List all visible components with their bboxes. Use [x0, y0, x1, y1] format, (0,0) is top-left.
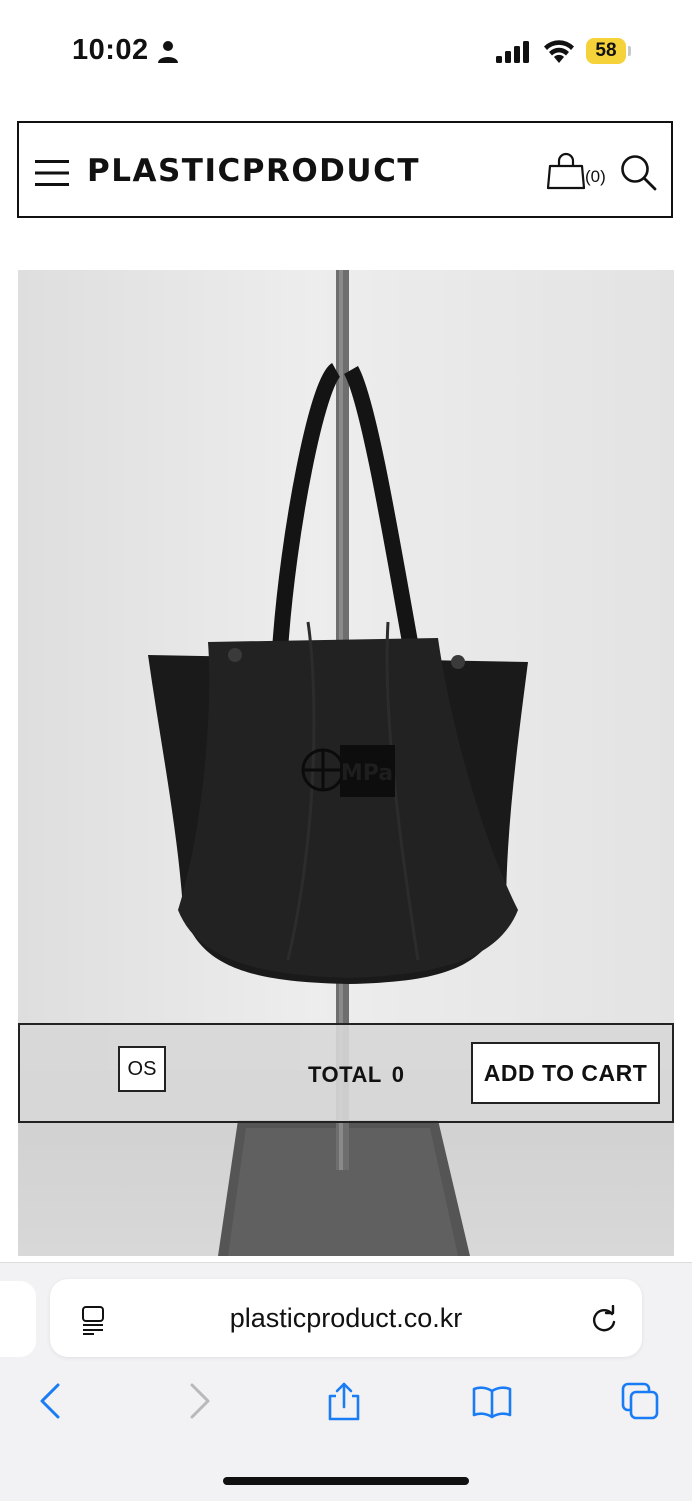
total-label: TOTAL: [308, 1062, 382, 1087]
reload-icon[interactable]: [590, 1305, 618, 1335]
home-indicator[interactable]: [223, 1477, 469, 1485]
bag-logo-text: MPa: [341, 761, 393, 786]
url-text[interactable]: plasticproduct.co.kr: [50, 1303, 642, 1334]
forward-icon[interactable]: [180, 1381, 220, 1421]
wifi-icon: [544, 40, 574, 63]
status-bar: 10:02 58: [0, 0, 692, 100]
cart-count[interactable]: (0): [585, 167, 606, 187]
address-bar[interactable]: plasticproduct.co.kr: [50, 1279, 642, 1357]
total-display: TOTAL 0: [308, 1062, 405, 1088]
battery-level: 58: [586, 38, 626, 64]
size-option-button[interactable]: OS: [118, 1046, 166, 1092]
person-icon: [158, 41, 178, 63]
browser-toolbar: [0, 1375, 692, 1435]
purchase-bar: OS TOTAL 0 ADD TO CART: [18, 1023, 674, 1123]
brand-logo[interactable]: PLASTICPRODUCT: [87, 149, 420, 193]
browser-chrome: plasticproduct.co.kr: [0, 1262, 692, 1501]
add-to-cart-button[interactable]: ADD TO CART: [471, 1042, 660, 1104]
battery-cap: [628, 46, 631, 56]
site-header: PLASTICPRODUCT (0): [17, 121, 673, 218]
shopping-bag-icon[interactable]: [547, 152, 585, 190]
share-icon[interactable]: [324, 1381, 364, 1421]
menu-icon[interactable]: [35, 159, 69, 187]
cellular-signal-icon: [496, 41, 529, 63]
status-time: 10:02: [72, 34, 149, 66]
search-icon[interactable]: [619, 153, 657, 191]
tabs-icon[interactable]: [620, 1381, 660, 1421]
battery-indicator: 58: [586, 38, 631, 64]
back-icon[interactable]: [30, 1381, 70, 1421]
bookmarks-icon[interactable]: [472, 1381, 512, 1421]
total-value: 0: [391, 1062, 405, 1087]
previous-tab-preview[interactable]: [0, 1281, 36, 1357]
